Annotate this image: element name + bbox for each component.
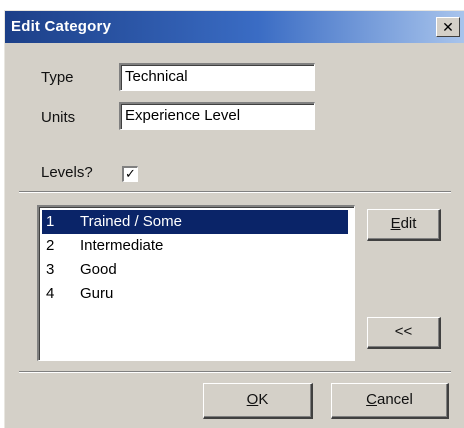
close-button[interactable]: ✕ — [436, 17, 460, 37]
list-item[interactable]: 1 Trained / Some — [42, 210, 348, 234]
edit-category-dialog: Edit Category ✕ Type Technical Units Exp… — [4, 10, 464, 428]
type-label: Type — [41, 69, 74, 86]
list-item-number: 2 — [46, 237, 55, 254]
list-item[interactable]: 2 Intermediate — [42, 234, 348, 258]
list-item-label: Trained / Some — [80, 213, 182, 230]
units-label: Units — [41, 109, 76, 126]
title-bar[interactable]: Edit Category ✕ — [5, 11, 464, 43]
close-icon: ✕ — [442, 19, 454, 35]
list-item-label: Good — [80, 261, 117, 278]
list-item[interactable]: 3 Good — [42, 258, 348, 282]
ok-button[interactable]: OK — [203, 383, 313, 419]
move-back-button[interactable]: << — [367, 317, 441, 349]
list-item-label: Intermediate — [80, 237, 164, 254]
list-item[interactable]: 4 Guru — [42, 282, 348, 306]
list-item-number: 1 — [46, 213, 55, 230]
cancel-button-label: ancel — [376, 391, 413, 408]
units-field[interactable]: Experience Level — [119, 102, 315, 130]
edit-button-mnemonic: E — [390, 215, 401, 232]
cancel-button-mnemonic: C — [366, 391, 377, 408]
cancel-button[interactable]: Cancel — [331, 383, 449, 419]
levels-listbox[interactable]: 1 Trained / Some 2 Intermediate 3 Good 4… — [37, 205, 355, 361]
list-item-number: 3 — [46, 261, 55, 278]
separator-top — [19, 191, 451, 193]
list-item-number: 4 — [46, 285, 55, 302]
move-back-button-label: << — [394, 323, 413, 340]
dialog-title: Edit Category — [11, 18, 112, 35]
type-field[interactable]: Technical — [119, 63, 315, 91]
levels-checkbox[interactable]: ✓ — [122, 166, 138, 182]
list-item-label: Guru — [80, 285, 114, 302]
separator-bottom — [19, 371, 451, 373]
levels-label: Levels? — [41, 164, 93, 181]
ok-button-label: K — [258, 391, 269, 408]
check-icon: ✓ — [125, 166, 136, 181]
edit-button[interactable]: Edit — [367, 209, 441, 241]
ok-button-mnemonic: O — [246, 391, 259, 408]
edit-button-label: dit — [400, 215, 417, 232]
